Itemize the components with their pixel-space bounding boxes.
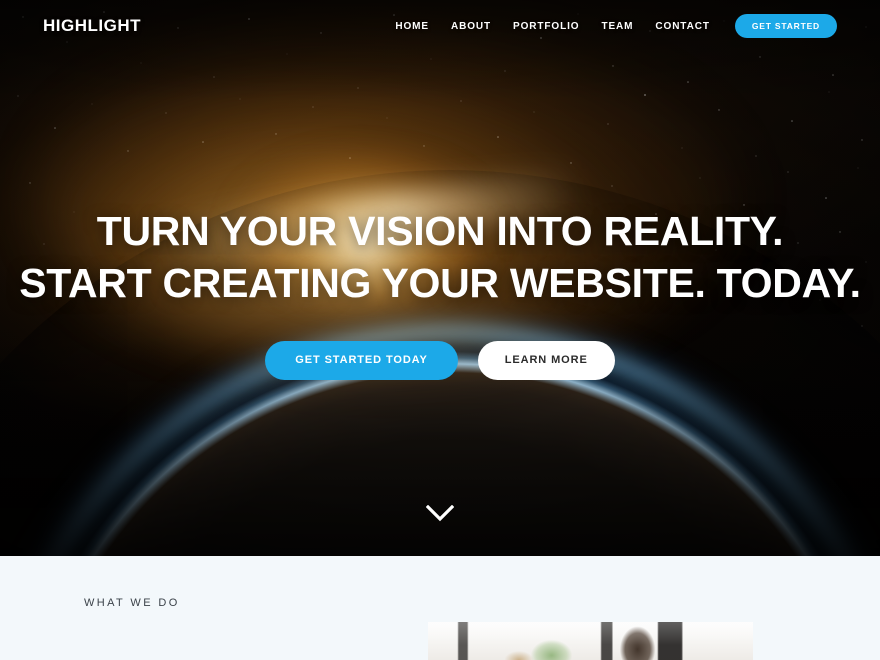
nav-item-home: HOME (395, 21, 429, 32)
hero-headline-line-1: TURN YOUR VISION INTO REALITY. (96, 208, 784, 254)
learn-more-button[interactable]: LEARN MORE (477, 341, 615, 380)
hero-headline: TURN YOUR VISION INTO REALITY. START CRE… (0, 205, 880, 309)
nav-links: HOME ABOUT PORTFOLIO TEAM CONTACT (395, 21, 710, 32)
site-logo[interactable]: HIGHLIGHT (43, 16, 141, 36)
nav-right-group: HOME ABOUT PORTFOLIO TEAM CONTACT GET ST… (395, 13, 837, 39)
nav-get-started-button[interactable]: GET STARTED (734, 13, 837, 39)
what-we-do-section: WHAT WE DO (0, 556, 880, 660)
hero-content: TURN YOUR VISION INTO REALITY. START CRE… (0, 205, 880, 380)
photo-highlight-overlay (428, 622, 753, 660)
nav-link-portfolio[interactable]: PORTFOLIO (513, 21, 579, 32)
nav-item-contact: CONTACT (655, 21, 709, 32)
hero-section: HIGHLIGHT HOME ABOUT PORTFOLIO TEAM CONT… (0, 0, 880, 556)
chevron-down-icon (425, 504, 455, 522)
nav-item-portfolio: PORTFOLIO (513, 21, 579, 32)
hero-button-group: GET STARTED TODAY LEARN MORE (0, 341, 880, 380)
nav-link-home[interactable]: HOME (395, 21, 429, 32)
nav-link-about[interactable]: ABOUT (451, 21, 491, 32)
nav-item-team: TEAM (601, 21, 633, 32)
main-navbar: HIGHLIGHT HOME ABOUT PORTFOLIO TEAM CONT… (0, 0, 880, 52)
nav-link-team[interactable]: TEAM (601, 21, 633, 32)
nav-item-about: ABOUT (451, 21, 491, 32)
hero-headline-line-2: START CREATING YOUR WEBSITE. TODAY. (19, 260, 861, 306)
what-we-do-image (428, 622, 753, 660)
get-started-today-button[interactable]: GET STARTED TODAY (265, 341, 458, 380)
section-label-what-we-do: WHAT WE DO (84, 597, 180, 609)
nav-link-contact[interactable]: CONTACT (655, 21, 709, 32)
scroll-down-button[interactable] (425, 504, 455, 522)
